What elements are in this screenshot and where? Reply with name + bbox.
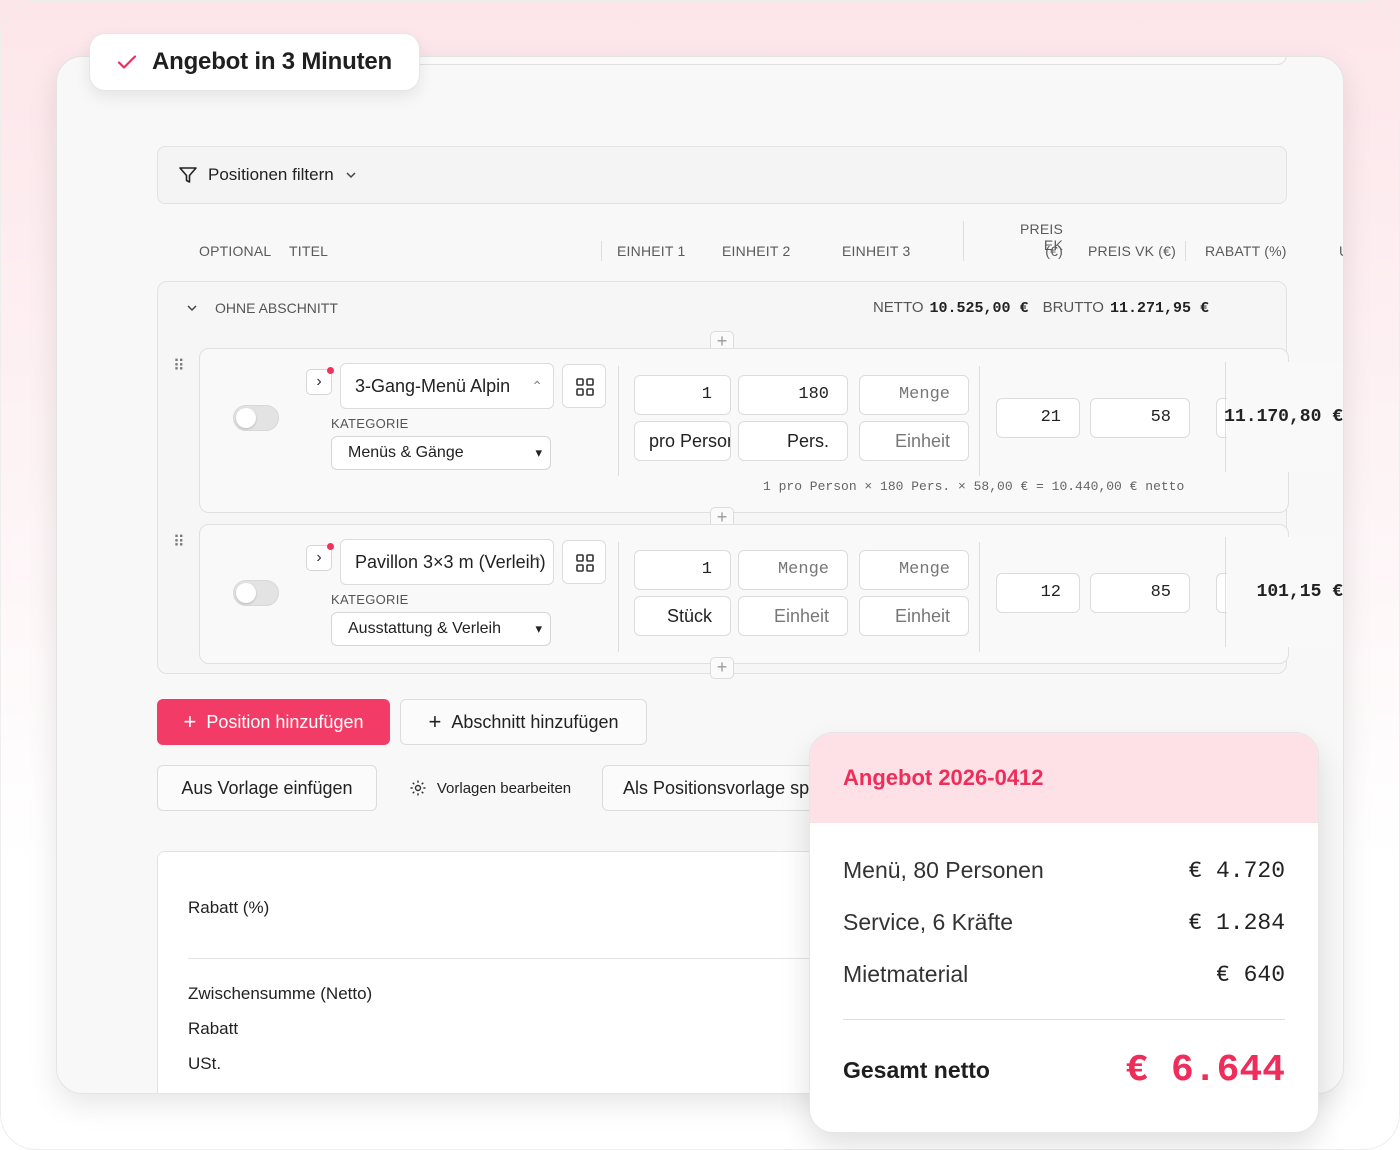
spinner-icon: ⌃ [531,554,543,570]
kategorie-label: KATEGORIE [331,416,409,431]
plus-icon: + [183,709,197,734]
rabatt-percent-label: Rabatt (%) [188,898,270,917]
col-divider [601,241,602,261]
offer-card: Angebot 2026-0412 Menü, 80 Personen € 4.… [809,732,1319,1133]
chevron-down-icon [187,305,197,312]
brutto-value: 11.271,95 € [1109,300,1209,317]
zwischensumme-label: Zwischensumme (Netto) [188,984,373,1003]
kategorie-select[interactable]: Menüs & Gänge ▾ [331,436,551,470]
kategorie-select[interactable]: Ausstattung & Verleih ▾ [331,612,551,646]
preis-vk-input[interactable]: 85 [1090,573,1190,613]
unit3-input[interactable]: Einheit [859,421,969,461]
qty1-input[interactable]: 1 [634,375,731,415]
qty2-input[interactable]: 180 [738,375,848,415]
offer-card-title: Angebot 2026-0412 [810,733,1318,823]
col-cut: U [1339,243,1343,259]
qty2-input[interactable]: Menge [738,550,848,590]
status-dot [327,367,334,374]
section-totals: NETTO 10.525,00 € BRUTTO 11.271,95 € [873,299,1209,317]
unit2-input[interactable]: Pers. [738,421,848,461]
netto-value: 10.525,00 € [929,300,1029,317]
brutto-label: BRUTTO [1042,299,1104,316]
offer-divider [843,1019,1285,1020]
cell-divider [618,366,619,476]
filter-bar[interactable]: Positionen filtern [157,146,1287,204]
edit-templates-button[interactable]: Vorlagen bearbeiten [395,765,585,811]
feature-badge: Angebot in 3 Minuten [89,33,420,91]
col-divider [963,221,964,261]
section-name: OHNE ABSCHNITT [215,300,338,316]
col-preis-vk: PREIS VK (€) [1088,243,1176,259]
netto-label: NETTO [872,299,924,316]
col-divider [1185,241,1186,261]
add-position-button[interactable]: + Position hinzufügen [157,699,390,745]
position-total: 11.170,80 € [1224,407,1343,427]
from-template-button[interactable]: Aus Vorlage einfügen [157,765,377,811]
title-input[interactable]: Pavillon 3×3 m (Verleih) ⌃ [340,539,554,585]
rabatt-label: Rabatt [188,1019,239,1038]
unit3-input[interactable]: Einheit [859,596,969,636]
qty3-input[interactable]: Menge [859,375,969,415]
status-dot [327,543,334,550]
optional-toggle[interactable] [233,405,279,431]
unit1-input[interactable]: pro Person [634,421,731,461]
cell-divider [979,542,980,652]
qty3-input[interactable]: Menge [859,550,969,590]
chevron-down-icon: ▾ [535,445,542,460]
grid-button[interactable] [562,364,606,408]
grid-icon [576,378,594,396]
col-titel: TITEL [289,243,329,259]
col-rabatt: RABATT (%) [1205,243,1287,259]
preis-ek-input[interactable]: 12 [996,573,1080,613]
cell-divider [979,366,980,476]
kategorie-label: KATEGORIE [331,592,409,607]
add-section-button[interactable]: + Abschnitt hinzufügen [400,699,647,745]
col-einheit3: EINHEIT 3 [842,243,911,259]
drag-handle-icon[interactable]: ⠿ [173,535,185,551]
offer-line: Service, 6 Kräfte € 1.284 [843,909,1285,936]
col-einheit1: EINHEIT 1 [617,243,686,259]
col-preis-ek-unit: (€) [1045,243,1063,259]
qty1-input[interactable]: 1 [634,550,731,590]
position-total: 101,15 € [1256,582,1343,602]
calculation-text: 1 pro Person × 180 Pers. × 58,00 € = 10.… [763,479,1185,494]
offer-line: Mietmaterial € 640 [843,961,1285,988]
unit2-input[interactable]: Einheit [738,596,848,636]
section-header[interactable]: OHNE ABSCHNITT [185,300,338,316]
insert-plus-button[interactable]: + [710,657,734,679]
chevron-down-icon: ▾ [535,621,542,636]
offer-total: Gesamt netto € 6.644 [843,1049,1285,1092]
filter-label: Positionen filtern [208,165,334,184]
preis-vk-input[interactable]: 58 [1090,398,1190,438]
offer-line: Menü, 80 Personen € 4.720 [843,857,1285,884]
filter-icon [179,167,197,183]
check-icon [117,55,137,69]
cell-divider [618,542,619,652]
col-optional: OPTIONAL [199,243,272,259]
grid-button[interactable] [562,540,606,584]
plus-icon: + [428,709,442,734]
gear-icon [410,780,426,796]
spinner-icon: ⌃ [531,378,543,394]
grid-icon [576,554,594,572]
title-input[interactable]: 3-Gang-Menü Alpin ⌃ [340,363,554,409]
optional-toggle[interactable] [233,580,279,606]
preis-ek-input[interactable]: 21 [996,398,1080,438]
unit1-input[interactable]: Stück [634,596,731,636]
badge-text: Angebot in 3 Minuten [152,48,392,75]
chevron-down-icon [346,172,356,179]
ust-label: USt. [188,1054,222,1073]
col-einheit2: EINHEIT 2 [722,243,791,259]
drag-handle-icon[interactable]: ⠿ [173,359,185,375]
